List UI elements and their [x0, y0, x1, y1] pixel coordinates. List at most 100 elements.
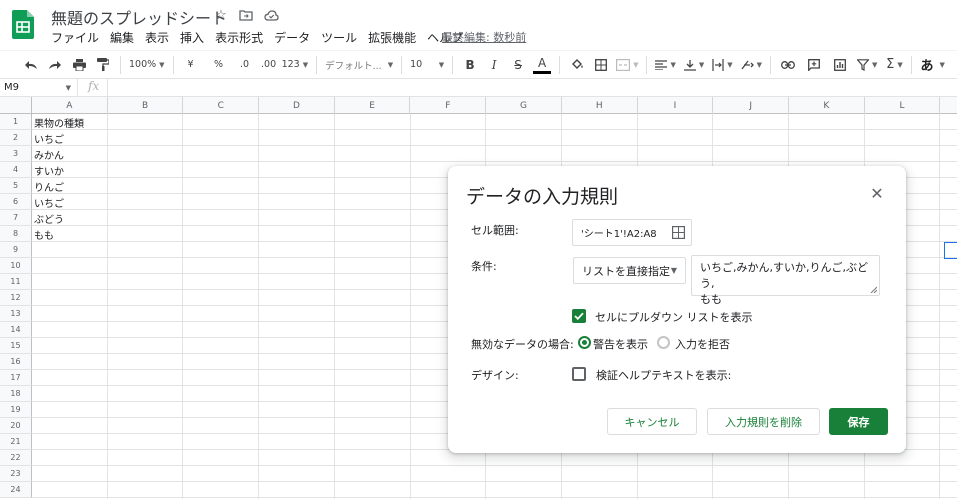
sheets-logo-icon[interactable] [12, 10, 34, 39]
redo-icon[interactable] [46, 54, 64, 76]
row-header[interactable]: 7 [0, 210, 32, 226]
list-items-textarea[interactable]: いちご,みかん,すいか,りんご,ぶどう, もも [691, 255, 880, 306]
document-title[interactable]: 無題のスプレッドシート [51, 5, 227, 29]
zoom-select[interactable]: 100% ▼ [129, 54, 165, 76]
select-range-icon[interactable] [672, 226, 685, 239]
row-header[interactable]: 6 [0, 194, 32, 210]
row-header[interactable]: 23 [0, 466, 32, 482]
italic-button[interactable]: I [485, 54, 503, 76]
menu-format[interactable]: 表示形式 [215, 29, 263, 46]
row-header[interactable]: 21 [0, 434, 32, 450]
paint-format-icon[interactable] [94, 54, 112, 76]
filter-icon[interactable]: ▼ [857, 54, 877, 76]
reject-radio[interactable] [657, 336, 670, 349]
cell[interactable]: すいか [34, 162, 64, 178]
move-folder-icon[interactable] [238, 7, 254, 23]
row-header[interactable]: 2 [0, 130, 32, 146]
cloud-status-icon[interactable] [263, 7, 279, 23]
formula-input[interactable] [108, 79, 957, 97]
row-header[interactable]: 17 [0, 370, 32, 386]
undo-icon[interactable] [22, 54, 40, 76]
cell[interactable]: ぶどう [34, 210, 64, 226]
last-edit-link[interactable]: 最終編集: 数秒前 [442, 29, 526, 45]
menu-edit[interactable]: 編集 [110, 29, 134, 46]
menu-file[interactable]: ファイル [51, 29, 99, 46]
strikethrough-button[interactable]: S [509, 54, 527, 76]
text-color-button[interactable]: A [533, 56, 552, 74]
text-wrap-icon[interactable]: ▼ [712, 54, 733, 76]
column-header[interactable]: H [562, 97, 638, 114]
column-header[interactable]: C [183, 97, 260, 114]
row-header[interactable]: 9 [0, 242, 32, 258]
resize-handle-icon[interactable] [870, 286, 877, 293]
menu-tools[interactable]: ツール [321, 29, 357, 46]
comment-icon[interactable] [805, 54, 823, 76]
column-header[interactable]: G [486, 97, 562, 114]
column-header[interactable]: A [32, 97, 108, 114]
help-text-checkbox[interactable] [572, 367, 586, 381]
row-header[interactable]: 8 [0, 226, 32, 242]
fill-color-icon[interactable] [568, 54, 586, 76]
row-header[interactable]: 12 [0, 290, 32, 306]
row-header[interactable]: 22 [0, 450, 32, 466]
star-icon[interactable]: ☆ [213, 7, 229, 23]
row-header[interactable]: 1 [0, 114, 32, 130]
functions-icon[interactable]: Σ ▼ [885, 54, 903, 76]
save-button[interactable]: 保存 [829, 408, 888, 435]
cell[interactable]: いちご [34, 194, 64, 210]
row-header[interactable]: 16 [0, 354, 32, 370]
row-header[interactable]: 24 [0, 482, 32, 498]
row-header[interactable]: 11 [0, 274, 32, 290]
more-formats-select[interactable]: 123 ▼ [282, 54, 309, 76]
text-rotation-icon[interactable]: ▼ [741, 54, 762, 76]
close-icon[interactable]: ✕ [868, 184, 886, 203]
column-header[interactable]: J [713, 97, 789, 114]
cell-range-input[interactable]: 'シート1'!A2:A8 [572, 219, 692, 246]
font-family-select[interactable]: デフォルト... ▼ [325, 54, 393, 76]
warn-radio[interactable] [578, 336, 591, 349]
cancel-button[interactable]: キャンセル [607, 408, 697, 435]
print-icon[interactable] [70, 54, 88, 76]
criteria-type-select[interactable]: リストを直接指定 ▼ [573, 257, 686, 284]
row-header[interactable]: 19 [0, 402, 32, 418]
row-header[interactable]: 14 [0, 322, 32, 338]
column-header[interactable]: E [335, 97, 411, 114]
currency-format-button[interactable]: ¥ [182, 54, 200, 76]
column-header[interactable]: F [411, 97, 487, 114]
insert-chart-icon[interactable] [831, 54, 849, 76]
borders-icon[interactable] [592, 54, 610, 76]
column-header[interactable]: I [638, 97, 714, 114]
row-header[interactable]: 13 [0, 306, 32, 322]
row-header[interactable]: 5 [0, 178, 32, 194]
row-header[interactable]: 10 [0, 258, 32, 274]
cell[interactable]: りんご [34, 178, 64, 194]
row-header[interactable]: 3 [0, 146, 32, 162]
percent-format-button[interactable]: % [210, 54, 228, 76]
merge-cells-icon[interactable]: ▼ [616, 54, 638, 76]
cell[interactable]: もも [34, 226, 54, 242]
align-left-icon[interactable]: ▼ [655, 54, 676, 76]
bold-button[interactable]: B [461, 54, 479, 76]
row-header[interactable]: 18 [0, 386, 32, 402]
cell[interactable]: いちご [34, 130, 64, 146]
menu-insert[interactable]: 挿入 [180, 29, 204, 46]
name-box[interactable]: M9 ▼ [0, 78, 78, 97]
link-icon[interactable] [779, 54, 797, 76]
column-header[interactable]: K [789, 97, 865, 114]
column-header[interactable]: D [259, 97, 335, 114]
remove-validation-button[interactable]: 入力規則を削除 [707, 408, 820, 435]
row-header[interactable]: 4 [0, 162, 32, 178]
menu-data[interactable]: データ [274, 29, 310, 46]
show-dropdown-checkbox[interactable] [572, 309, 586, 323]
row-header[interactable]: 15 [0, 338, 32, 354]
cell[interactable]: みかん [34, 146, 64, 162]
column-header[interactable]: B [108, 97, 184, 114]
select-all-corner[interactable] [0, 97, 32, 114]
input-tools-button[interactable]: あ ▼ [920, 54, 944, 76]
increase-decimal-button[interactable]: .00 [260, 54, 278, 76]
column-header[interactable]: L [865, 97, 941, 114]
menu-extensions[interactable]: 拡張機能 [368, 29, 416, 46]
cell[interactable]: 果物の種類 [34, 114, 84, 130]
font-size-select[interactable]: 10 ▼ [410, 54, 444, 76]
row-header[interactable]: 20 [0, 418, 32, 434]
